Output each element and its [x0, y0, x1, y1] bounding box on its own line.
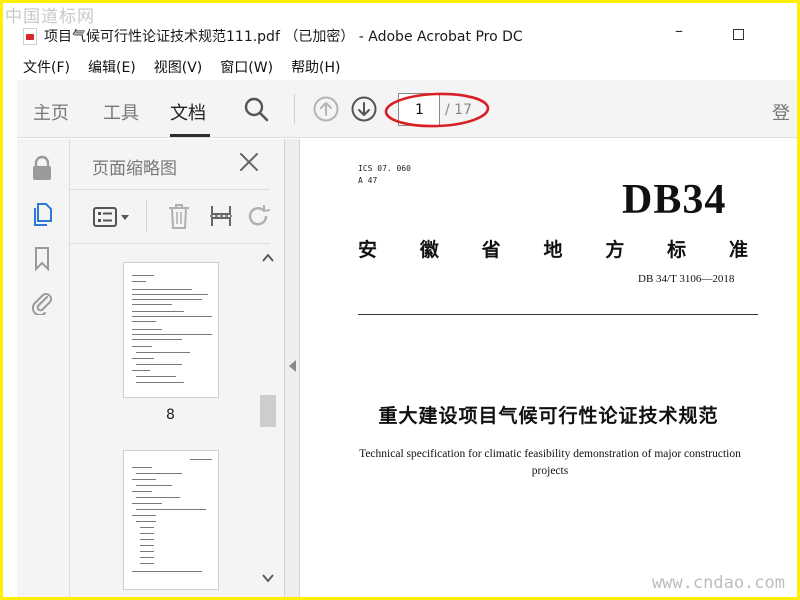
maximize-button[interactable]	[726, 25, 750, 44]
close-icon[interactable]	[238, 151, 260, 173]
tab-document[interactable]: 文档	[170, 99, 206, 125]
page-thumbnails-icon[interactable]	[29, 201, 55, 227]
sign-in-link[interactable]: 登	[772, 99, 790, 125]
lock-icon[interactable]	[29, 155, 55, 181]
standard-type-char: 省	[481, 239, 501, 261]
toolbar-separator	[294, 94, 295, 124]
scroll-up-icon[interactable]	[261, 251, 275, 265]
watermark-top: 中国道标网	[5, 7, 95, 27]
next-page-icon[interactable]	[351, 96, 377, 122]
menu-window[interactable]: 窗口(W)	[220, 57, 273, 77]
standard-type-char: 徽	[419, 239, 439, 261]
collapse-panel-icon[interactable]	[289, 360, 296, 372]
scroll-down-icon[interactable]	[261, 571, 275, 585]
tab-tools[interactable]: 工具	[103, 99, 139, 125]
window-title: 项目气候可行性论证技术规范111.pdf （已加密） - Adobe Acrob…	[44, 29, 523, 45]
category-code: A 47	[358, 176, 378, 185]
horizontal-rule	[358, 314, 758, 315]
page-thumbnails-panel: 页面缩略图 8	[70, 139, 285, 597]
tab-home[interactable]: 主页	[33, 99, 69, 125]
document-ics: ICS 07. 060 A 47	[358, 163, 411, 187]
pdf-file-icon	[23, 27, 37, 45]
standard-code: DB34	[622, 177, 727, 223]
page-thumbnail-8[interactable]	[123, 262, 219, 398]
rotate-page-icon[interactable]	[248, 202, 270, 230]
panel-title: 页面缩略图	[92, 159, 177, 179]
main-toolbar: 主页 工具 文档 1 / 17 登	[17, 80, 797, 138]
standard-type-char: 方	[605, 239, 625, 261]
previous-page-icon[interactable]	[313, 96, 339, 122]
thumbnail-toolbar-separator	[146, 200, 147, 232]
panel-collapse-strip[interactable]	[285, 139, 300, 597]
watermark-bottom: www.cndao.com	[651, 573, 785, 593]
delete-page-icon[interactable]	[166, 202, 192, 230]
attachment-icon[interactable]	[29, 289, 55, 315]
thumbnail-toolbar	[70, 189, 270, 244]
menu-help[interactable]: 帮助(H)	[291, 57, 340, 77]
active-tab-indicator	[170, 134, 210, 137]
red-annotation-ellipse	[384, 92, 490, 128]
bookmark-icon[interactable]	[29, 245, 55, 271]
standard-number: DB 34/T 3106—2018	[638, 273, 735, 285]
scrollbar-thumb[interactable]	[260, 395, 276, 427]
thumbnail-scrollbar[interactable]	[258, 245, 278, 597]
standard-type-char: 准	[728, 239, 748, 261]
thumbnail-list[interactable]: 8	[70, 245, 283, 597]
document-title: 重大建设项目气候可行性论证技术规范	[378, 405, 719, 427]
standard-type: 安 徽 省 地 方 标 准	[358, 235, 748, 262]
standard-type-char: 标	[667, 239, 687, 261]
ics-code: ICS 07. 060	[358, 164, 411, 173]
page-thumbnail-9[interactable]	[123, 450, 219, 590]
options-menu-icon[interactable]	[92, 206, 132, 228]
document-subtitle-en: Technical specification for climatic fea…	[359, 448, 741, 477]
menu-edit[interactable]: 编辑(E)	[88, 57, 136, 77]
minimize-button[interactable]: –	[667, 21, 691, 40]
standard-type-char: 地	[543, 239, 563, 261]
maximize-icon	[732, 29, 744, 40]
navigation-rail	[17, 139, 80, 597]
acrobat-window: 中国道标网 项目气候可行性论证技术规范111.pdf （已加密） - Adobe…	[3, 3, 797, 597]
menu-bar: 文件(F) 编辑(E) 视图(V) 窗口(W) 帮助(H)	[3, 54, 797, 80]
title-bar: 项目气候可行性论证技术规范111.pdf （已加密） - Adobe Acrob…	[3, 19, 797, 53]
search-icon[interactable]	[243, 96, 269, 122]
menu-file[interactable]: 文件(F)	[23, 57, 70, 77]
document-page: ICS 07. 060 A 47 DB34 安 徽 省 地 方 标 准 DB 3…	[300, 139, 797, 597]
menu-view[interactable]: 视图(V)	[154, 57, 203, 77]
extract-page-icon[interactable]	[208, 202, 234, 230]
standard-type-char: 安	[358, 239, 378, 261]
thumbnail-page-label: 8	[166, 407, 175, 423]
